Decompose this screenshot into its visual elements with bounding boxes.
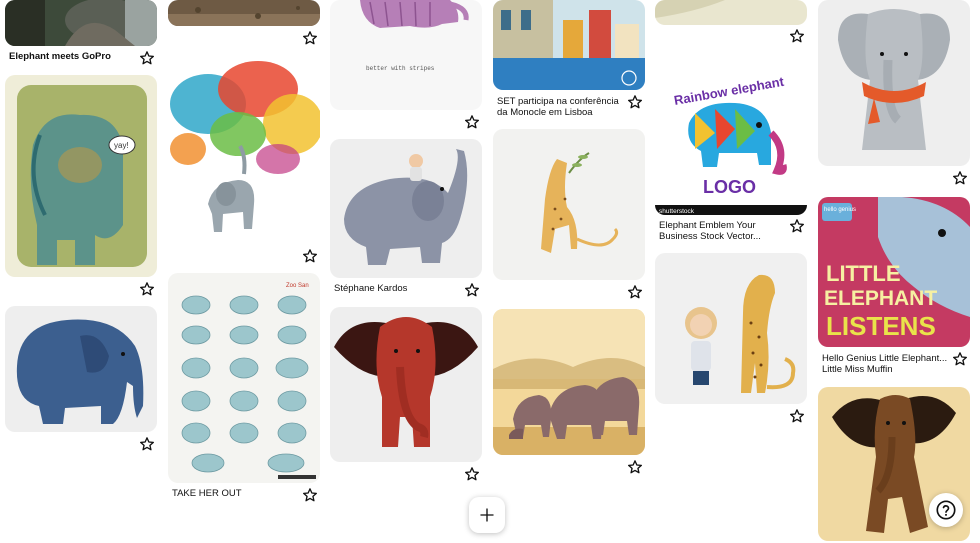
star-icon[interactable] xyxy=(464,282,480,298)
pin-caption-line-2[interactable]: Business Stock Vector... xyxy=(659,231,799,242)
star-icon[interactable] xyxy=(789,28,805,44)
speech-bubble-text: yay! xyxy=(114,141,129,150)
star-icon[interactable] xyxy=(139,281,155,297)
pin-caption[interactable]: Elephant meets GoPro xyxy=(9,51,149,62)
pin-image-yay-elephant[interactable]: yay! xyxy=(5,75,157,277)
pin-image-girl-and-cheetah[interactable] xyxy=(655,253,807,404)
image-handwriting: better with stripes xyxy=(366,65,435,72)
star-icon[interactable] xyxy=(302,248,318,264)
pin-caption-line-2[interactable]: Little Miss Muffin xyxy=(822,364,962,375)
pin-caption-line-1[interactable]: SET participa na conferência xyxy=(497,96,637,107)
star-icon[interactable] xyxy=(952,351,968,367)
star-icon[interactable] xyxy=(627,284,643,300)
book-brand: hello genius xyxy=(824,207,856,213)
logo-subtitle: LOGO xyxy=(703,177,756,197)
star-icon[interactable] xyxy=(464,114,480,130)
pin-caption[interactable]: Stéphane Kardos xyxy=(334,283,474,294)
book-title-line-3: LISTENS xyxy=(826,311,936,341)
book-title-line-2: ELEPHANT xyxy=(824,287,937,310)
star-icon[interactable] xyxy=(627,94,643,110)
watermark-text: shutterstock xyxy=(659,208,695,215)
pin-image-elephant-sketches[interactable]: Zoo San xyxy=(168,273,320,483)
pin-caption-line-2[interactable]: da Monocle em Lisboa xyxy=(497,107,637,118)
pin-image-cheetah-drawing[interactable] xyxy=(493,129,645,280)
star-icon[interactable] xyxy=(302,30,318,46)
pin-image-ground[interactable] xyxy=(168,0,320,26)
star-icon[interactable] xyxy=(464,466,480,482)
star-icon[interactable] xyxy=(139,436,155,452)
star-icon[interactable] xyxy=(139,50,155,66)
pin-image-blue-elephant[interactable] xyxy=(5,306,157,432)
pin-image-elephant-gopro[interactable] xyxy=(5,0,157,46)
star-icon[interactable] xyxy=(302,487,318,503)
pin-image-lisbon-illustration[interactable] xyxy=(493,0,645,90)
pin-image-elephant-herd[interactable] xyxy=(493,309,645,455)
pin-caption-line-1[interactable]: Elephant Emblem Your xyxy=(659,220,799,231)
star-icon[interactable] xyxy=(952,170,968,186)
pin-image-book-cover[interactable]: hello genius LITTLE ELEPHANT LISTENS xyxy=(818,197,970,347)
help-button[interactable] xyxy=(929,493,963,527)
question-mark-icon xyxy=(936,500,956,520)
pin-image-elephant-scarf[interactable] xyxy=(818,0,970,166)
pin-image-red-elephant[interactable] xyxy=(330,307,482,462)
book-title-line-1: LITTLE xyxy=(826,261,901,286)
add-button[interactable] xyxy=(469,497,505,533)
sketch-sheet-title: Zoo San xyxy=(286,283,309,289)
pin-image-rainbow-elephant-logo[interactable]: Rainbow elephant LOGO shutterstock xyxy=(655,53,807,215)
plus-icon xyxy=(480,508,494,522)
star-icon[interactable] xyxy=(627,459,643,475)
pin-image-striped-elephant[interactable]: better with stripes xyxy=(330,0,482,110)
pin-image-splash-elephant[interactable] xyxy=(168,54,320,244)
pin-caption-line-1[interactable]: Hello Genius Little Elephant... xyxy=(822,353,962,364)
pin-image-girl-on-elephant[interactable] xyxy=(330,139,482,278)
pin-image-beige[interactable] xyxy=(655,0,807,25)
star-icon[interactable] xyxy=(789,218,805,234)
star-icon[interactable] xyxy=(789,408,805,424)
pin-caption[interactable]: TAKE HER OUT xyxy=(172,488,312,499)
